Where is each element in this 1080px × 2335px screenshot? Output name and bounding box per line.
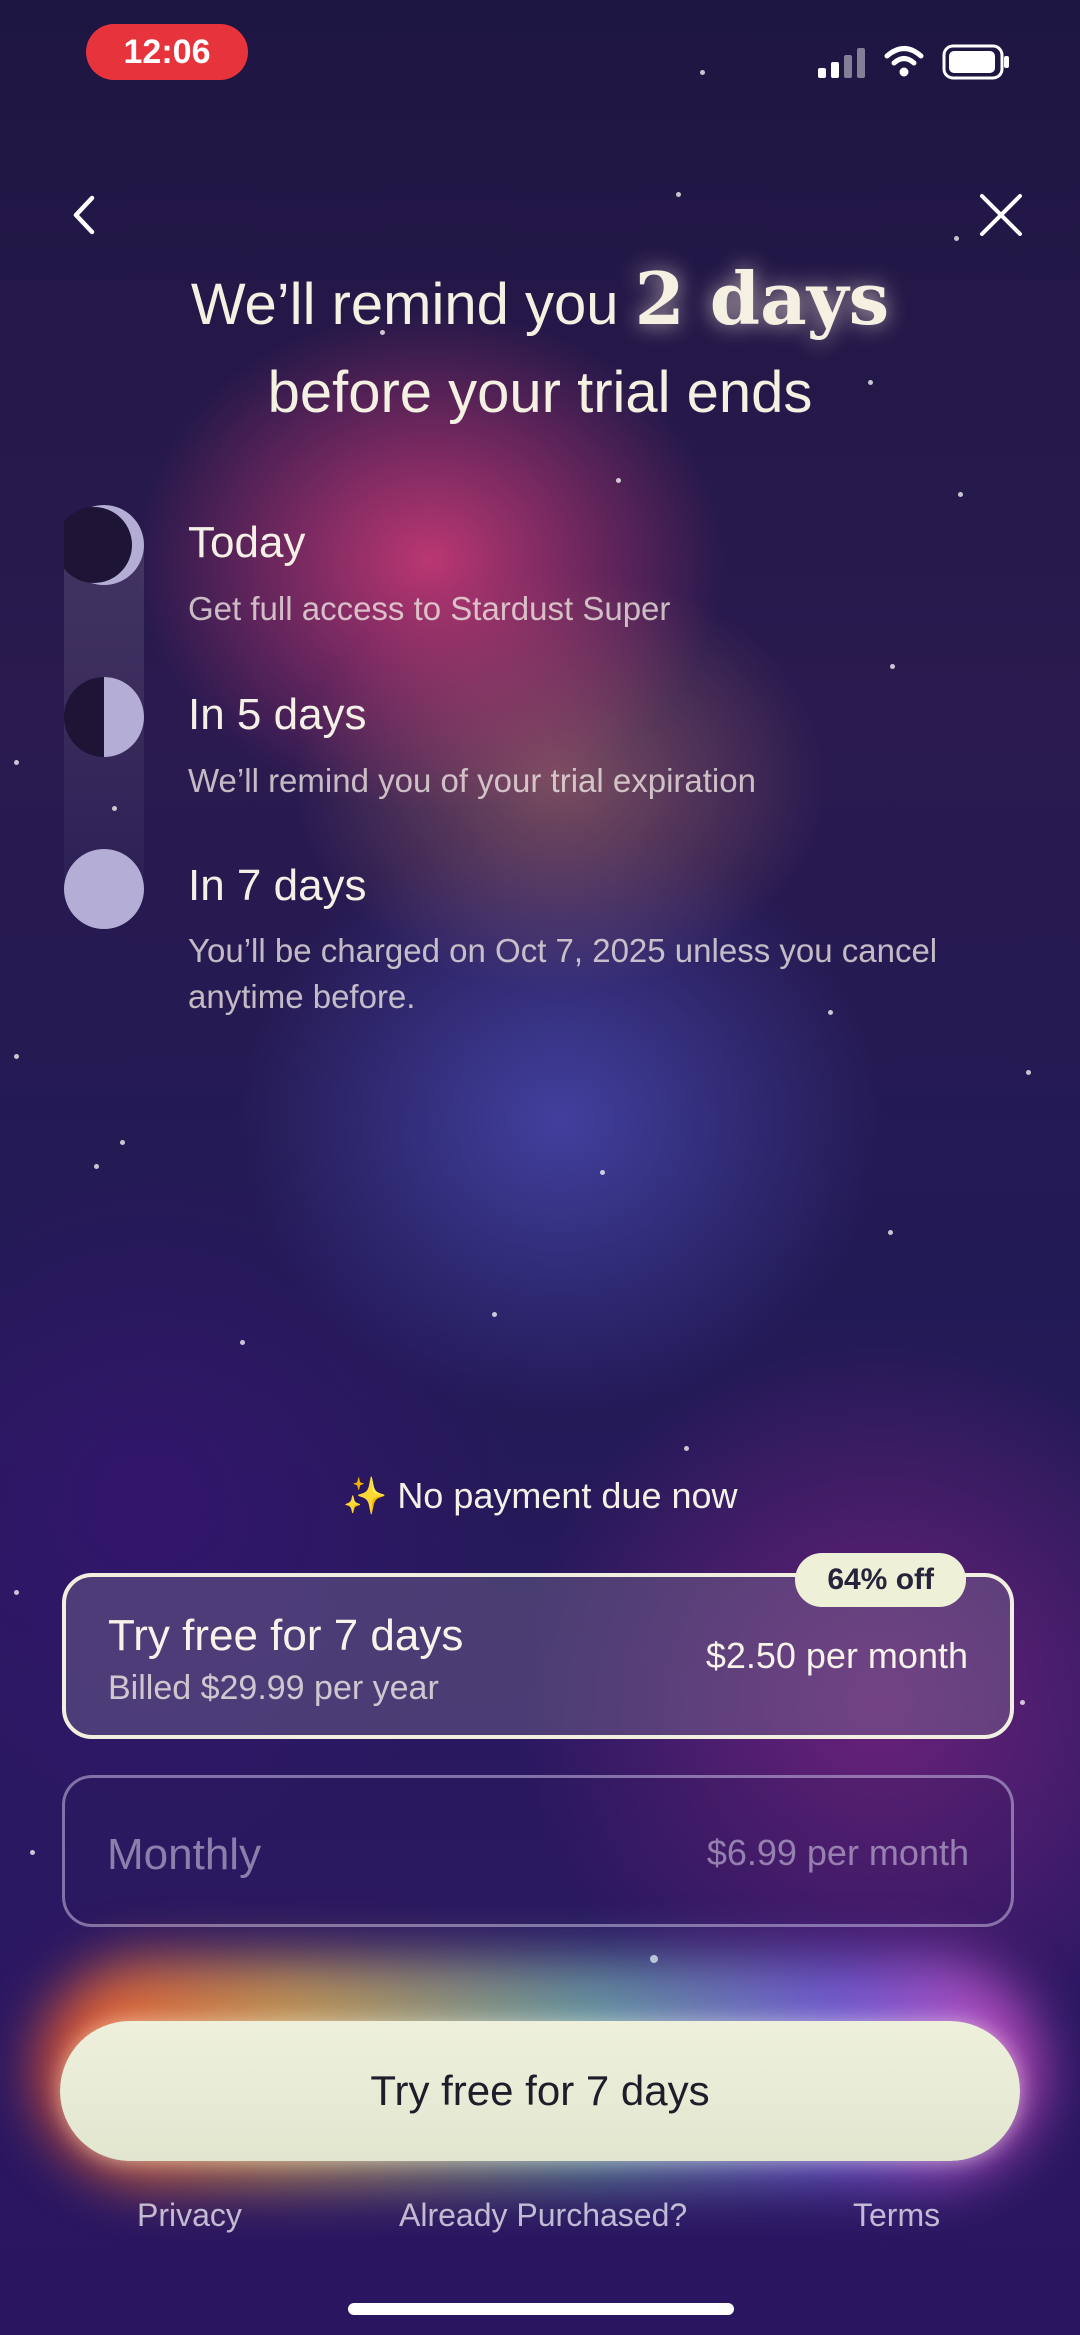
timeline-step-description: Get full access to Stardust Super — [188, 590, 671, 627]
discount-badge: 64% off — [795, 1553, 966, 1607]
half-moon-icon — [64, 677, 144, 757]
headline-prefix: We’ll remind you — [190, 272, 619, 337]
timeline-step-title: In 5 days — [188, 690, 367, 739]
crescent-moon-icon — [64, 505, 144, 585]
timeline-step-description: We’ll remind you of your trial expiratio… — [188, 762, 756, 799]
timeline-step-title: Today — [188, 518, 306, 567]
status-time: 12:06 — [86, 24, 248, 80]
terms-link[interactable]: Terms — [853, 2197, 940, 2234]
start-trial-button[interactable]: Try free for 7 days — [60, 2021, 1020, 2161]
plan-name: Monthly — [107, 1830, 262, 1879]
restore-purchases-link[interactable]: Already Purchased? — [399, 2197, 687, 2234]
sparkles-icon: ✨ — [342, 1475, 388, 1516]
timeline-step-title: In 7 days — [188, 861, 367, 910]
privacy-link[interactable]: Privacy — [137, 2197, 242, 2234]
no-payment-text: No payment due now — [397, 1475, 738, 1516]
battery-icon — [942, 44, 1009, 80]
timeline-step-description: You’ll be charged on Oct 7, 2025 unless … — [188, 932, 938, 1015]
plan-option-yearly[interactable]: 64% off Try free for 7 days Billed $29.9… — [62, 1553, 1014, 1739]
headline-emphasis: 2 days — [634, 256, 890, 341]
headline-line2: before your trial ends — [267, 360, 813, 425]
wifi-icon — [884, 46, 924, 77]
plan-billing-note: Billed $29.99 per year — [108, 1669, 439, 1707]
home-indicator — [348, 2303, 734, 2315]
plan-price: $2.50 per month — [705, 1635, 968, 1676]
page-title: We’ll remind you 2 days before your tria… — [0, 255, 1080, 437]
plan-option-monthly[interactable]: Monthly $6.99 per month — [62, 1775, 1014, 1927]
plan-price: $6.99 per month — [706, 1832, 969, 1873]
full-moon-icon — [64, 849, 144, 929]
close-icon[interactable] — [976, 190, 1026, 240]
no-payment-note: ✨ No payment due now — [0, 1475, 1080, 1517]
cellular-signal-icon — [818, 48, 865, 78]
plan-name: Try free for 7 days — [108, 1611, 464, 1660]
back-icon[interactable] — [60, 190, 110, 240]
